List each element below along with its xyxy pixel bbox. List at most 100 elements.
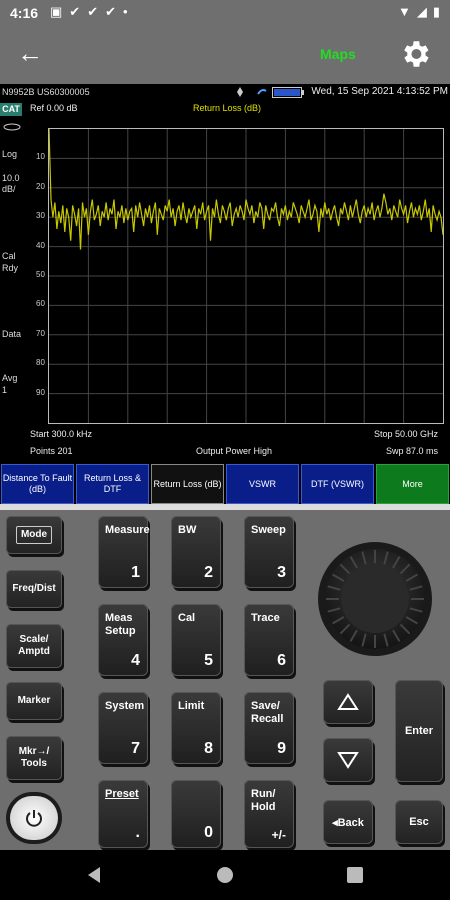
softkey-return-loss[interactable]: Return Loss (dB): [151, 464, 224, 504]
cal-state: Rdy: [2, 263, 19, 273]
power-button[interactable]: [6, 792, 62, 844]
key-label: Cal: [178, 612, 196, 624]
scale-amptd-label: Scale/ Amptd: [18, 634, 50, 657]
app-bar: ← Maps: [0, 26, 450, 84]
app-root: 4:16 ▣ ✔ ✔ ✔ • ▼ ◢ ▮ ← Maps N9952B US603…: [0, 0, 450, 900]
mode-key[interactable]: Mode: [6, 516, 62, 554]
cable-icon: [3, 123, 21, 131]
down-arrow-icon: [337, 752, 359, 769]
nav-recents-icon[interactable]: [344, 864, 366, 886]
nav-back-icon[interactable]: [84, 864, 106, 886]
y-tick-label: 10: [36, 152, 45, 162]
preset-key[interactable]: Preset.: [98, 780, 148, 848]
zero-key[interactable]: 0: [171, 780, 221, 848]
measure-key[interactable]: Measure 1: [98, 516, 150, 588]
return-loss-chart: [48, 128, 444, 423]
y-tick-label: 60: [36, 299, 45, 309]
trace-key[interactable]: Trace 6: [244, 604, 294, 676]
instrument-datetime: Wed, 15 Sep 2021 4:13:52 PM: [311, 86, 448, 97]
power-icon: [26, 810, 42, 827]
enter-key[interactable]: Enter: [395, 680, 443, 782]
up-arrow-key[interactable]: [323, 680, 373, 724]
key-number: +/-: [271, 828, 286, 842]
avg-label: Avg: [2, 373, 18, 383]
signal-icon: ◢: [416, 4, 427, 19]
key-number: 0: [204, 824, 213, 841]
back-arrow-icon[interactable]: ←: [14, 38, 46, 70]
softkey-more[interactable]: More: [376, 464, 449, 504]
system-key[interactable]: System 7: [98, 692, 148, 764]
meas-setup-key[interactable]: Meas Setup 4: [98, 604, 148, 676]
rotary-knob[interactable]: [316, 540, 434, 658]
marker-tools-key[interactable]: Mkr→/ Tools: [6, 736, 62, 780]
save-recall-key[interactable]: Save/ Recall 9: [244, 692, 294, 764]
instrument-side-column: CAT Log 10.0 dB/ Cal Rdy Data Avg 1: [0, 101, 28, 457]
scale-value: 10.0: [2, 173, 20, 183]
scale-amptd-key[interactable]: Scale/ Amptd: [6, 624, 62, 668]
key-label: Run/ Hold: [251, 788, 276, 813]
key-number: 3: [277, 564, 286, 581]
notification-icons: ▣ ✔ ✔ ✔ •: [50, 4, 128, 20]
gear-icon[interactable]: [398, 37, 432, 71]
dot-icon: •: [123, 4, 128, 19]
start-frequency: Start 300.0 kHz: [30, 429, 93, 439]
trace-title: Return Loss (dB): [193, 103, 262, 113]
key-number: 4: [131, 652, 140, 669]
down-arrow-key[interactable]: [323, 738, 373, 782]
instrument-screen: N9952B US60300005 Wed, 15 Sep 2021 4:13:…: [0, 84, 450, 504]
softkey-vswr[interactable]: VSWR: [226, 464, 299, 504]
cal-key[interactable]: Cal 5: [171, 604, 221, 676]
battery-icon: ▮: [432, 4, 440, 19]
key-label: BW: [178, 524, 197, 536]
key-number: .: [135, 824, 140, 841]
key-number: 7: [131, 740, 140, 757]
run-hold-key[interactable]: Run/ Hold +/-: [244, 780, 294, 848]
wifi-icon: ▼: [397, 4, 411, 19]
freq-dist-label: Freq/Dist: [12, 583, 56, 594]
log-label: Log: [2, 149, 18, 159]
key-label: Save/ Recall: [251, 700, 284, 725]
system-icons: ▼ ◢ ▮: [398, 4, 440, 20]
marker-label: Marker: [17, 695, 51, 706]
key-label: Meas Setup: [105, 612, 136, 637]
cal-label: Cal: [2, 251, 16, 261]
softkey-distance-to-fault[interactable]: Distance To Fault (dB): [1, 464, 74, 504]
key-number: 8: [204, 740, 213, 757]
softkey-return-loss-dtf[interactable]: Return Loss & DTF: [76, 464, 149, 504]
antenna-icon: [237, 87, 243, 97]
key-label: Limit: [178, 700, 205, 712]
key-number: 9: [277, 740, 286, 757]
check-notification-icon: ✔: [69, 4, 81, 19]
bw-key[interactable]: BW 2: [171, 516, 221, 588]
key-number: 2: [204, 564, 213, 581]
scale-unit: dB/: [2, 184, 16, 194]
battery-meter-icon: [272, 87, 304, 98]
freq-dist-key[interactable]: Freq/Dist: [6, 570, 62, 608]
esc-key[interactable]: Esc: [395, 800, 443, 844]
status-time: 4:16: [10, 5, 39, 21]
status-bar: 4:16 ▣ ✔ ✔ ✔ • ▼ ◢ ▮: [0, 0, 450, 26]
y-tick-label: 50: [36, 270, 45, 279]
softkey-dtf-vswr[interactable]: DTF (VSWR): [301, 464, 374, 504]
maps-button[interactable]: Maps: [320, 46, 356, 62]
mode-key-label: Mode: [15, 526, 53, 544]
y-tick-label: 70: [36, 328, 45, 338]
back-key[interactable]: ◂Back: [323, 800, 373, 844]
sweep-key[interactable]: Sweep 3: [244, 516, 294, 588]
key-label: Sweep: [251, 524, 286, 536]
nav-home-icon[interactable]: [214, 864, 236, 886]
key-label: Measure: [105, 524, 150, 536]
y-tick-label: 40: [36, 240, 45, 250]
marker-key[interactable]: Marker: [6, 682, 62, 720]
esc-label: Esc: [409, 816, 429, 828]
system-nav-bar: [0, 850, 450, 900]
y-tick-label: 30: [36, 211, 45, 221]
key-number: 6: [277, 652, 286, 669]
key-label: Trace: [251, 612, 280, 624]
plot-area: [48, 128, 444, 424]
hardware-keypad: Mode Freq/Dist Scale/ Amptd Marker Mkr→/…: [0, 510, 450, 850]
limit-key[interactable]: Limit 8: [171, 692, 221, 764]
avg-value: 1: [2, 385, 8, 395]
output-power: Output Power High: [196, 446, 273, 456]
points: Points 201: [30, 446, 73, 456]
